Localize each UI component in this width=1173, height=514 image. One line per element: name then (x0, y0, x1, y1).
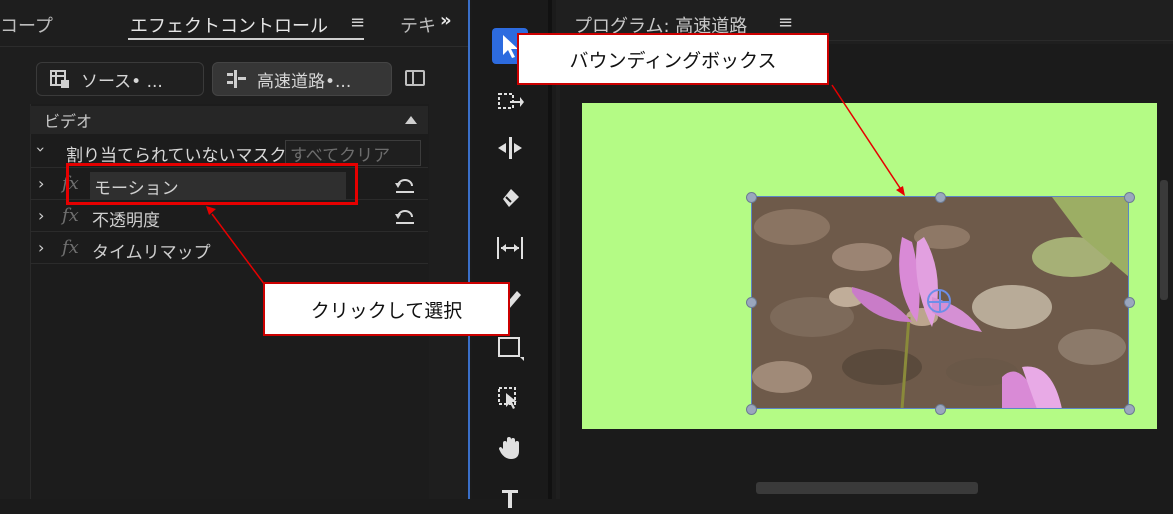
grid-icon (49, 69, 71, 89)
resize-handle[interactable] (935, 192, 946, 203)
time-remap-label: タイムリマップ (92, 243, 211, 263)
resize-handle[interactable] (746, 404, 757, 415)
resize-handle[interactable] (935, 404, 946, 415)
panel-toggle-icon[interactable] (405, 70, 425, 86)
collapse-up-icon[interactable] (405, 116, 417, 124)
resize-handle[interactable] (1124, 404, 1135, 415)
hand-icon[interactable] (492, 430, 528, 466)
sequence-button-label: 高速道路•... (257, 71, 352, 92)
resize-handle[interactable] (1124, 297, 1135, 308)
source-clip-button[interactable]: ソース• ... (36, 62, 204, 96)
horizontal-scrollbar[interactable] (756, 482, 978, 494)
tab-effect-controls[interactable]: エフェクトコントロール (130, 12, 328, 38)
resize-handle[interactable] (1124, 192, 1135, 203)
motion-highlight-box (66, 163, 358, 205)
transform-icon[interactable] (492, 380, 528, 416)
effect-row-opacity[interactable] (30, 202, 428, 232)
anchor-point-icon[interactable] (927, 289, 951, 313)
source-button-label: ソース• ... (81, 71, 163, 92)
active-tab-underline (128, 38, 364, 40)
vertical-scrollbar[interactable] (1160, 180, 1168, 300)
effect-row-time-remap[interactable] (30, 234, 428, 264)
razor-icon[interactable] (492, 180, 528, 216)
program-menu-icon[interactable]: ≡ (778, 12, 793, 33)
sequence-clip-button[interactable]: 高速道路•... (212, 62, 392, 96)
bounding-box-callout: バウンディングボックス (517, 33, 829, 85)
fx-icon[interactable]: fx (62, 205, 79, 226)
track-select-icon[interactable] (492, 84, 528, 120)
more-tabs-icon[interactable]: » (440, 10, 452, 31)
chevron-right-icon[interactable]: › (38, 174, 44, 193)
slip-icon[interactable] (492, 230, 528, 266)
video-section-label: ビデオ (44, 112, 93, 131)
divider (0, 46, 468, 47)
reset-icon[interactable] (394, 176, 416, 194)
tab-scope[interactable]: コープ (0, 12, 53, 38)
fx-icon[interactable]: fx (62, 237, 79, 258)
opacity-label: 不透明度 (92, 211, 160, 231)
ripple-edit-icon[interactable] (492, 130, 528, 166)
chevron-right-icon[interactable]: › (38, 206, 44, 225)
tab-text[interactable]: テキ (400, 12, 436, 38)
chevron-right-icon[interactable]: › (38, 238, 44, 257)
resize-handle[interactable] (746, 297, 757, 308)
click-to-select-callout: クリックして選択 (263, 282, 510, 336)
reset-icon[interactable] (394, 207, 416, 225)
chevron-down-icon[interactable]: › (32, 146, 51, 152)
type-icon[interactable] (492, 478, 528, 514)
sequence-icon (225, 69, 247, 89)
tab-menu-icon[interactable]: ≡ (350, 12, 365, 33)
resize-handle[interactable] (746, 192, 757, 203)
